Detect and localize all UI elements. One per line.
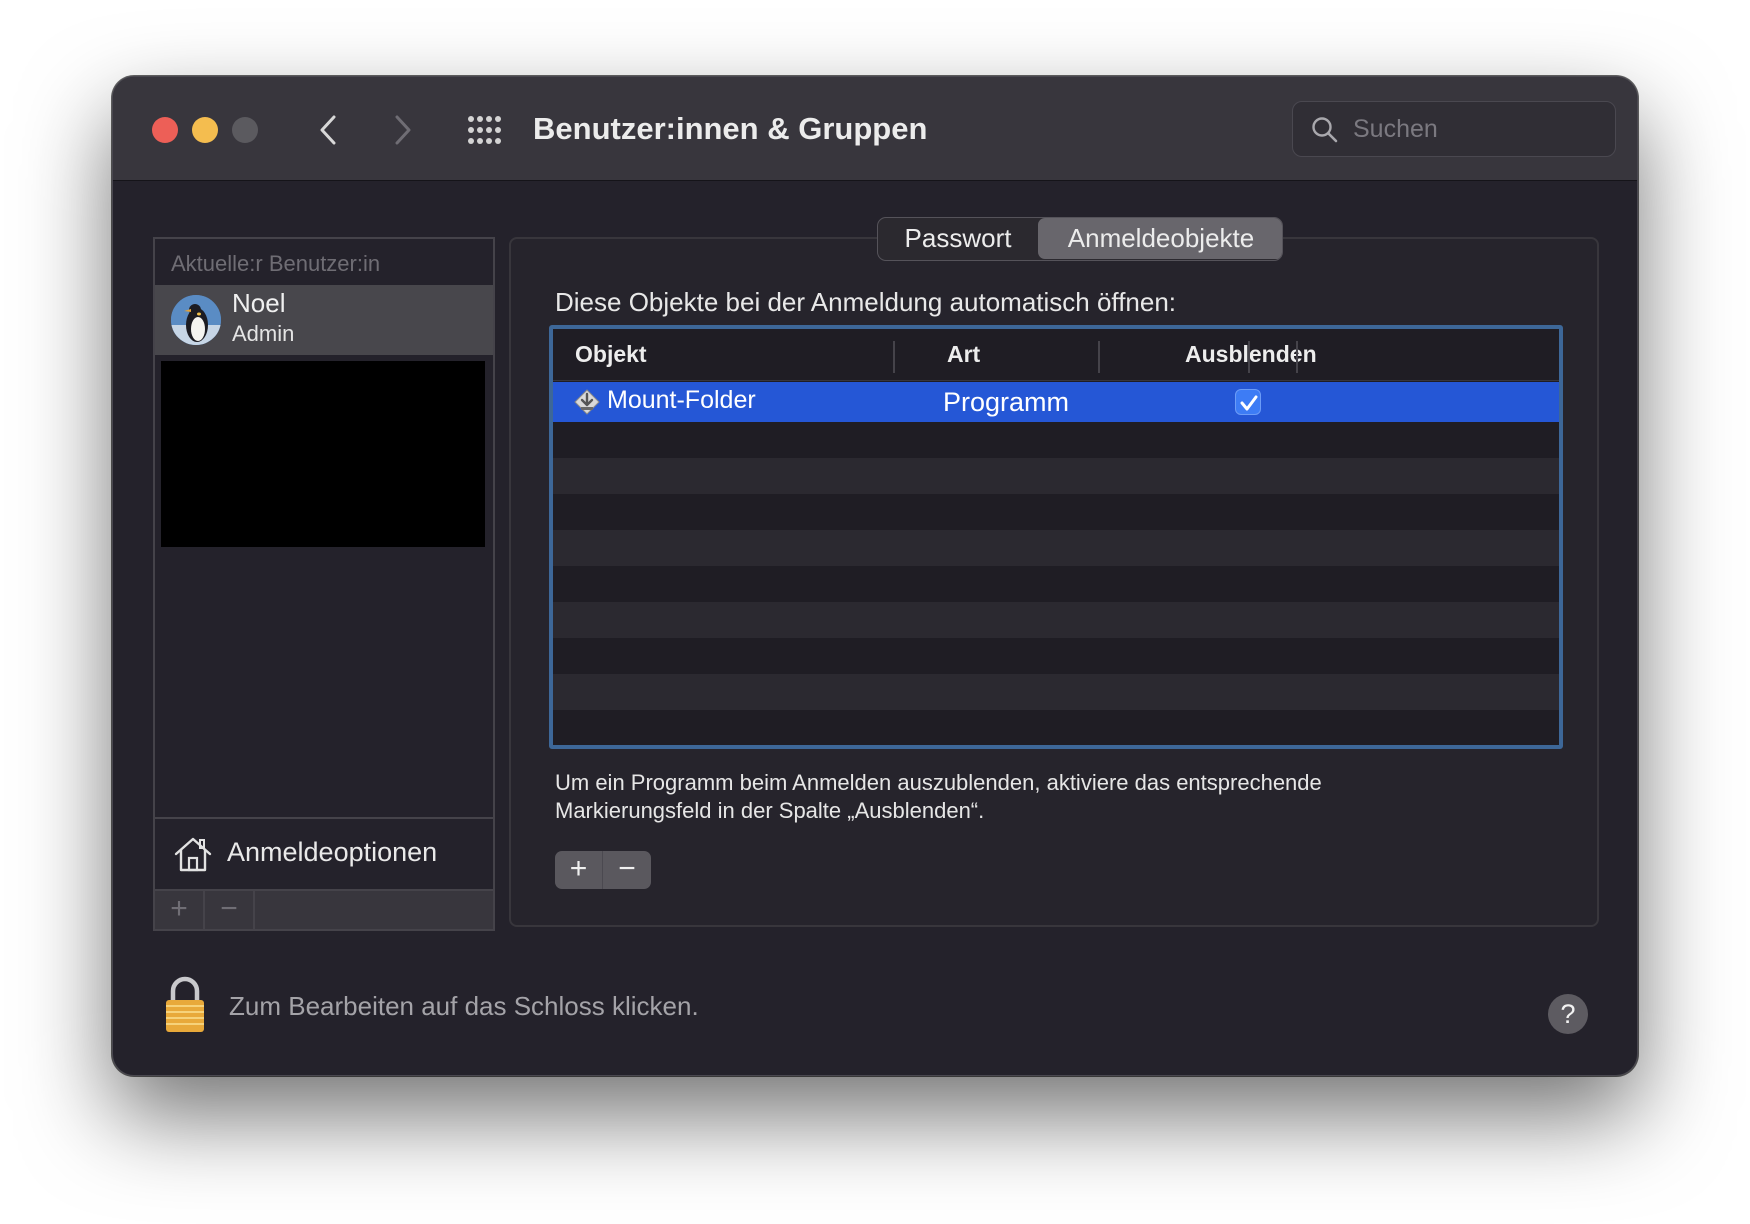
tab-bar: Passwort Anmeldeobjekte xyxy=(877,217,1283,261)
window-title: Benutzer:innen & Gruppen xyxy=(533,111,928,146)
empty-row xyxy=(553,422,1559,462)
back-chevron-icon[interactable] xyxy=(312,111,346,149)
lock-hint-text: Zum Bearbeiten auf das Schloss klicken. xyxy=(229,991,699,1021)
tab-login-items[interactable]: Anmeldeobjekte xyxy=(1038,218,1282,259)
empty-row xyxy=(553,566,1559,606)
user-name: Noel xyxy=(232,288,286,318)
current-user-section-label: Aktuelle:r Benutzer:in xyxy=(171,251,381,276)
object-cell: Mount-Folder xyxy=(607,386,756,414)
hide-checkbox[interactable] xyxy=(1235,389,1261,415)
column-separator xyxy=(1248,341,1250,373)
login-items-panel: Diese Objekte bei der Anmeldung automati… xyxy=(509,237,1599,927)
remove-login-item-button[interactable]: − xyxy=(603,851,651,889)
empty-row xyxy=(553,674,1559,714)
lock-icon[interactable] xyxy=(163,975,207,1035)
show-all-grid-icon[interactable] xyxy=(465,113,503,147)
hint-text: Um ein Programm beim Anmelden auszublend… xyxy=(555,770,1322,823)
app-installer-icon xyxy=(574,389,600,415)
panel-heading: Diese Objekte bei der Anmeldung automati… xyxy=(555,287,1177,317)
add-login-item-button[interactable]: + xyxy=(555,851,603,889)
search-field[interactable] xyxy=(1292,101,1616,157)
column-header-type[interactable]: Art xyxy=(947,341,980,368)
title-bar: Benutzer:innen & Gruppen xyxy=(113,77,1637,181)
column-header-object[interactable]: Objekt xyxy=(575,341,647,368)
penguin-avatar-icon xyxy=(171,295,221,345)
add-remove-control: + − xyxy=(555,851,651,889)
house-icon xyxy=(174,837,212,872)
empty-row xyxy=(553,494,1559,534)
user-role: Admin xyxy=(232,321,295,346)
minimize-button[interactable] xyxy=(192,117,218,143)
forward-chevron-icon[interactable] xyxy=(385,111,419,149)
table-row[interactable]: Mount-Folder Programm xyxy=(553,382,1559,422)
users-sidebar: Aktuelle:r Benutzer:in Noel Admin Anmeld… xyxy=(153,237,495,931)
login-options-label: Anmeldeoptionen xyxy=(227,837,438,867)
column-separator xyxy=(1296,341,1298,373)
user-list-item[interactable]: Noel Admin xyxy=(155,285,493,355)
empty-row xyxy=(553,530,1559,570)
empty-row xyxy=(553,458,1559,498)
empty-row xyxy=(553,638,1559,678)
login-items-table[interactable]: Objekt Art Ausblenden Mount-Folder Progr… xyxy=(549,325,1563,749)
avatar xyxy=(171,295,221,345)
help-button[interactable]: ? xyxy=(1548,994,1588,1034)
search-input[interactable] xyxy=(1351,112,1601,146)
login-options-item[interactable]: Anmeldeoptionen xyxy=(155,819,493,889)
search-icon xyxy=(1312,117,1338,143)
sidebar-toolbar: + − xyxy=(155,889,493,929)
empty-row xyxy=(553,710,1559,745)
add-user-button[interactable]: + xyxy=(155,891,205,929)
column-separator xyxy=(1098,341,1100,373)
column-separator xyxy=(893,341,895,373)
preferences-window: Benutzer:innen & Gruppen Aktuelle:r Benu… xyxy=(112,76,1638,1076)
redacted-area xyxy=(161,361,485,547)
table-header: Objekt Art Ausblenden xyxy=(553,329,1559,381)
tab-password[interactable]: Passwort xyxy=(878,218,1038,259)
remove-user-button[interactable]: − xyxy=(205,891,255,929)
close-button[interactable] xyxy=(152,117,178,143)
checkmark-icon xyxy=(1240,395,1258,411)
empty-row xyxy=(553,602,1559,642)
zoom-button[interactable] xyxy=(232,117,258,143)
type-cell: Programm xyxy=(943,387,1070,417)
